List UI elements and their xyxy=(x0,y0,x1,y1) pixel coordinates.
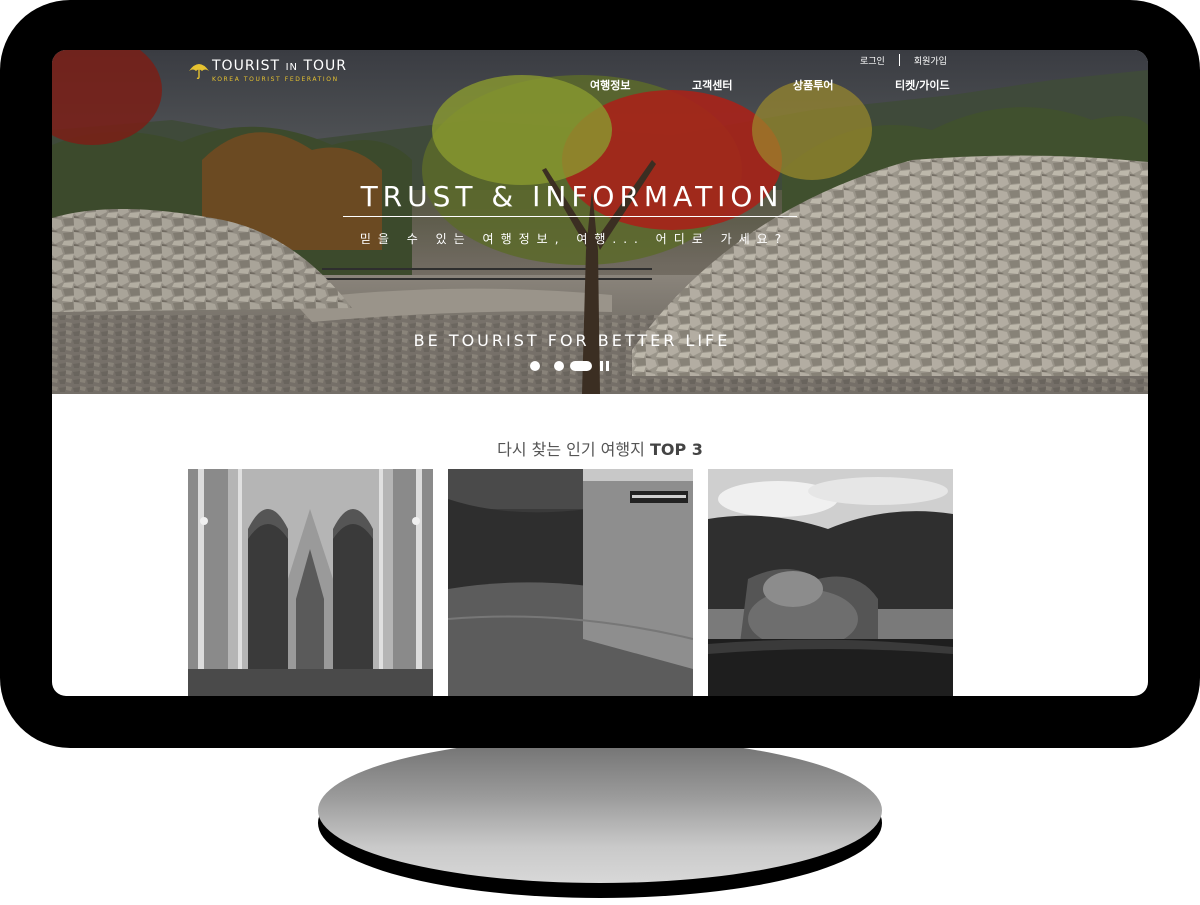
slide-dot-3-active[interactable] xyxy=(570,361,592,371)
utility-nav: 로그인 회원가입 xyxy=(860,53,947,67)
signup-link[interactable]: 회원가입 xyxy=(914,54,947,67)
monitor-stand xyxy=(318,738,882,883)
pause-icon[interactable] xyxy=(600,361,610,371)
nav-item-ticket-guide[interactable]: 티켓/가이드 xyxy=(895,77,950,93)
water-reflection-photo xyxy=(448,469,693,696)
main-nav: 여행정보 고객센터 상품투어 티켓/가이드 xyxy=(52,77,1148,93)
hero-banner: TOURIST IN TOUR KOREA TOURIST FEDERATION… xyxy=(52,50,1148,394)
section-title: 다시 찾는 인기 여행지 TOP 3 xyxy=(497,440,703,459)
japanese-garden-photo xyxy=(708,469,953,696)
login-link[interactable]: 로그인 xyxy=(860,54,885,67)
slider-controls xyxy=(530,360,620,372)
hero-tagline: BE TOURIST FOR BETTER LIFE xyxy=(413,331,731,350)
slide-dot-2[interactable] xyxy=(554,361,564,371)
logo-title: TOURIST IN TOUR xyxy=(212,58,348,74)
nav-item-product-tour[interactable]: 상품투어 xyxy=(793,77,833,93)
hero-title-underline xyxy=(343,216,797,217)
hero-subtitle: 믿을 수 있는 여행정보, 여행... 어디로 가세요? xyxy=(359,232,789,246)
nav-divider xyxy=(898,54,900,66)
nav-item-customer-center[interactable]: 고객센터 xyxy=(692,77,732,93)
nav-item-travel-info[interactable]: 여행정보 xyxy=(590,77,630,93)
destination-card-3[interactable] xyxy=(708,469,953,696)
destination-card-2[interactable] xyxy=(448,469,693,696)
destination-card-1[interactable] xyxy=(188,469,433,696)
hero-title: TRUST & INFORMATION xyxy=(360,180,784,213)
cathedral-photo xyxy=(188,469,433,696)
slide-dot-1[interactable] xyxy=(530,361,540,371)
browser-screen: TOURIST IN TOUR KOREA TOURIST FEDERATION… xyxy=(52,50,1148,696)
